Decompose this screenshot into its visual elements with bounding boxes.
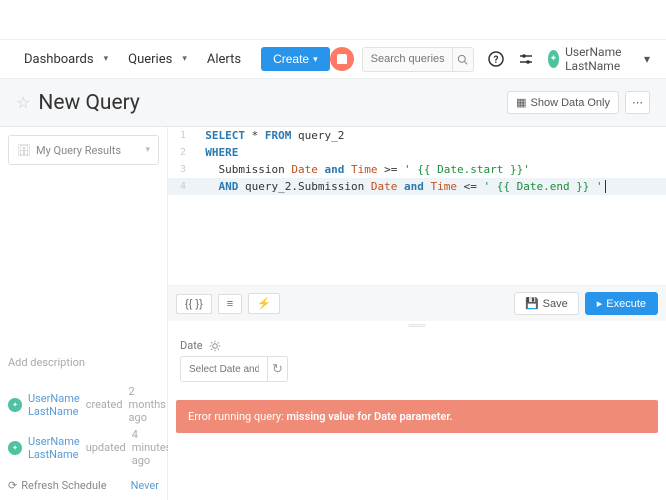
database-icon: 🗄 (17, 144, 31, 157)
search-button[interactable] (452, 47, 474, 72)
refresh-schedule-value[interactable]: Never (131, 479, 159, 492)
chevron-down-icon: ▾ (644, 52, 650, 66)
favorite-star-icon[interactable]: ☆ (16, 93, 30, 112)
help-button[interactable]: ? (488, 49, 504, 69)
chevron-down-icon: ▾ (182, 54, 187, 64)
refresh-icon: ↻ (272, 362, 283, 377)
show-data-only-label: Show Data Only (531, 97, 610, 109)
ellipsis-icon: ⋯ (632, 97, 643, 109)
updated-meta: ✦ UserName LastName updated 4 minutes ag… (8, 426, 159, 469)
lightning-icon: ⚡ (257, 298, 271, 310)
execute-button-label: Execute (606, 298, 646, 310)
created-label: created (86, 398, 123, 411)
table-icon: ▦ (516, 96, 526, 109)
svg-text:?: ? (493, 55, 498, 66)
query-titlebar: ☆ New Query ▦ Show Data Only ⋯ (0, 79, 666, 127)
more-options-button[interactable]: ⋯ (625, 91, 650, 114)
created-time: 2 months ago (129, 385, 166, 424)
user-menu[interactable]: ✦ UserName LastName ▾ (548, 45, 650, 73)
sliders-icon (518, 51, 534, 67)
nav-dashboards[interactable]: Dashboards ▾ (16, 48, 116, 71)
param-label: Date (180, 339, 203, 352)
add-parameter-button[interactable]: {{ }} (176, 294, 212, 314)
format-query-button[interactable]: ≡ (218, 294, 242, 314)
create-button-label: Create (273, 52, 309, 66)
nav-queries[interactable]: Queries ▾ (120, 48, 195, 71)
avatar-icon: ✦ (8, 398, 22, 412)
chevron-down-icon: ▾ (104, 54, 109, 64)
execute-button[interactable]: ▸ Execute (585, 292, 658, 315)
settings-button[interactable] (518, 49, 534, 69)
autocomplete-button[interactable]: ⚡ (248, 293, 280, 314)
search-input[interactable] (362, 47, 452, 72)
main-navbar: Dashboards ▾ Queries ▾ Alerts Create ▾ ? (0, 39, 666, 79)
sql-editor[interactable]: 1 SELECT * FROM query_2 2 WHERE 3 Submis… (168, 127, 666, 285)
created-meta: ✦ UserName LastName created 2 months ago (8, 383, 159, 426)
show-data-only-button[interactable]: ▦ Show Data Only (507, 91, 619, 114)
app-logo[interactable] (330, 47, 354, 71)
parameters-panel: Date ↻ (168, 329, 666, 392)
datasource-label: My Query Results (36, 144, 121, 157)
error-prefix: Error running query: (188, 410, 287, 423)
nav-alerts-label: Alerts (207, 52, 241, 67)
global-search (362, 47, 474, 72)
chevron-down-icon: ▾ (145, 145, 150, 155)
format-icon: ≡ (227, 298, 233, 310)
help-icon: ? (488, 51, 504, 67)
refresh-schedule-label: Refresh Schedule (21, 479, 106, 492)
error-message: Error running query: missing value for D… (176, 400, 658, 433)
author-link[interactable]: UserName LastName (28, 392, 80, 418)
query-content: 1 SELECT * FROM query_2 2 WHERE 3 Submis… (168, 127, 666, 500)
avatar-icon: ✦ (8, 441, 22, 455)
resize-handle[interactable]: ═══ (168, 321, 666, 329)
updated-time: 4 minutes ago (132, 428, 172, 467)
gear-icon (209, 340, 221, 352)
save-button[interactable]: 💾 Save (514, 292, 579, 315)
nav-queries-label: Queries (128, 52, 172, 67)
user-name-label: UserName LastName (565, 45, 638, 73)
avatar-icon: ✦ (548, 50, 559, 68)
nav-dashboards-label: Dashboards (24, 52, 94, 67)
datasource-select[interactable]: 🗄 My Query Results ▾ (8, 135, 159, 165)
param-settings-button[interactable] (209, 340, 221, 352)
add-description-link[interactable]: Add description (8, 350, 159, 383)
save-button-label: Save (543, 298, 568, 310)
refresh-schedule-row: ⟳ Refresh Schedule Never (8, 469, 159, 492)
search-icon (457, 54, 468, 65)
chevron-down-icon: ▾ (313, 54, 318, 65)
error-detail: missing value for Date parameter. (287, 410, 453, 423)
left-sidebar: 🗄 My Query Results ▾ Add description ✦ U… (0, 127, 168, 500)
updater-link[interactable]: UserName LastName (28, 435, 80, 461)
save-icon: 💾 (525, 297, 539, 310)
play-icon: ▸ (597, 297, 603, 310)
query-title[interactable]: New Query (38, 91, 140, 115)
refresh-icon: ⟳ (8, 479, 17, 492)
nav-alerts[interactable]: Alerts (199, 48, 249, 71)
editor-toolbar: {{ }} ≡ ⚡ 💾 Save ▸ Execute (168, 285, 666, 321)
create-button[interactable]: Create ▾ (261, 47, 330, 71)
date-picker-button[interactable]: ↻ (268, 356, 288, 382)
updated-label: updated (86, 441, 126, 454)
date-param-input[interactable] (180, 356, 268, 382)
